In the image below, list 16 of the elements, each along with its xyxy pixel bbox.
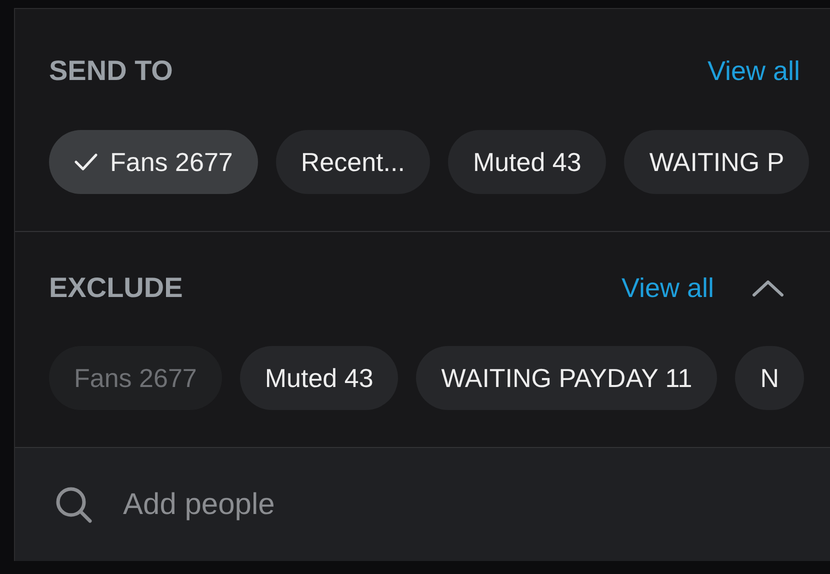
view-all-link[interactable]: View all — [707, 50, 800, 92]
section-title: EXCLUDE — [49, 271, 183, 305]
search-bar[interactable]: Add people — [15, 448, 830, 561]
chevron-up-icon[interactable] — [752, 279, 784, 297]
filter-chip[interactable]: N — [735, 346, 804, 410]
section-title: SEND TO — [49, 54, 173, 88]
filter-chip[interactable]: WAITING P — [624, 130, 810, 194]
search-field[interactable]: Add people — [123, 482, 723, 527]
filter-chip[interactable]: Muted 43 — [240, 346, 398, 410]
view-all-link[interactable]: View all — [621, 268, 714, 308]
filter-chip[interactable]: Muted 43 — [448, 130, 606, 194]
filter-chip[interactable]: Recent... — [276, 130, 430, 194]
search-icon — [55, 486, 93, 524]
filter-chip[interactable]: Fans 2677 — [49, 130, 258, 194]
filter-chip[interactable]: WAITING PAYDAY 11 — [416, 346, 718, 410]
check-icon — [74, 153, 98, 171]
